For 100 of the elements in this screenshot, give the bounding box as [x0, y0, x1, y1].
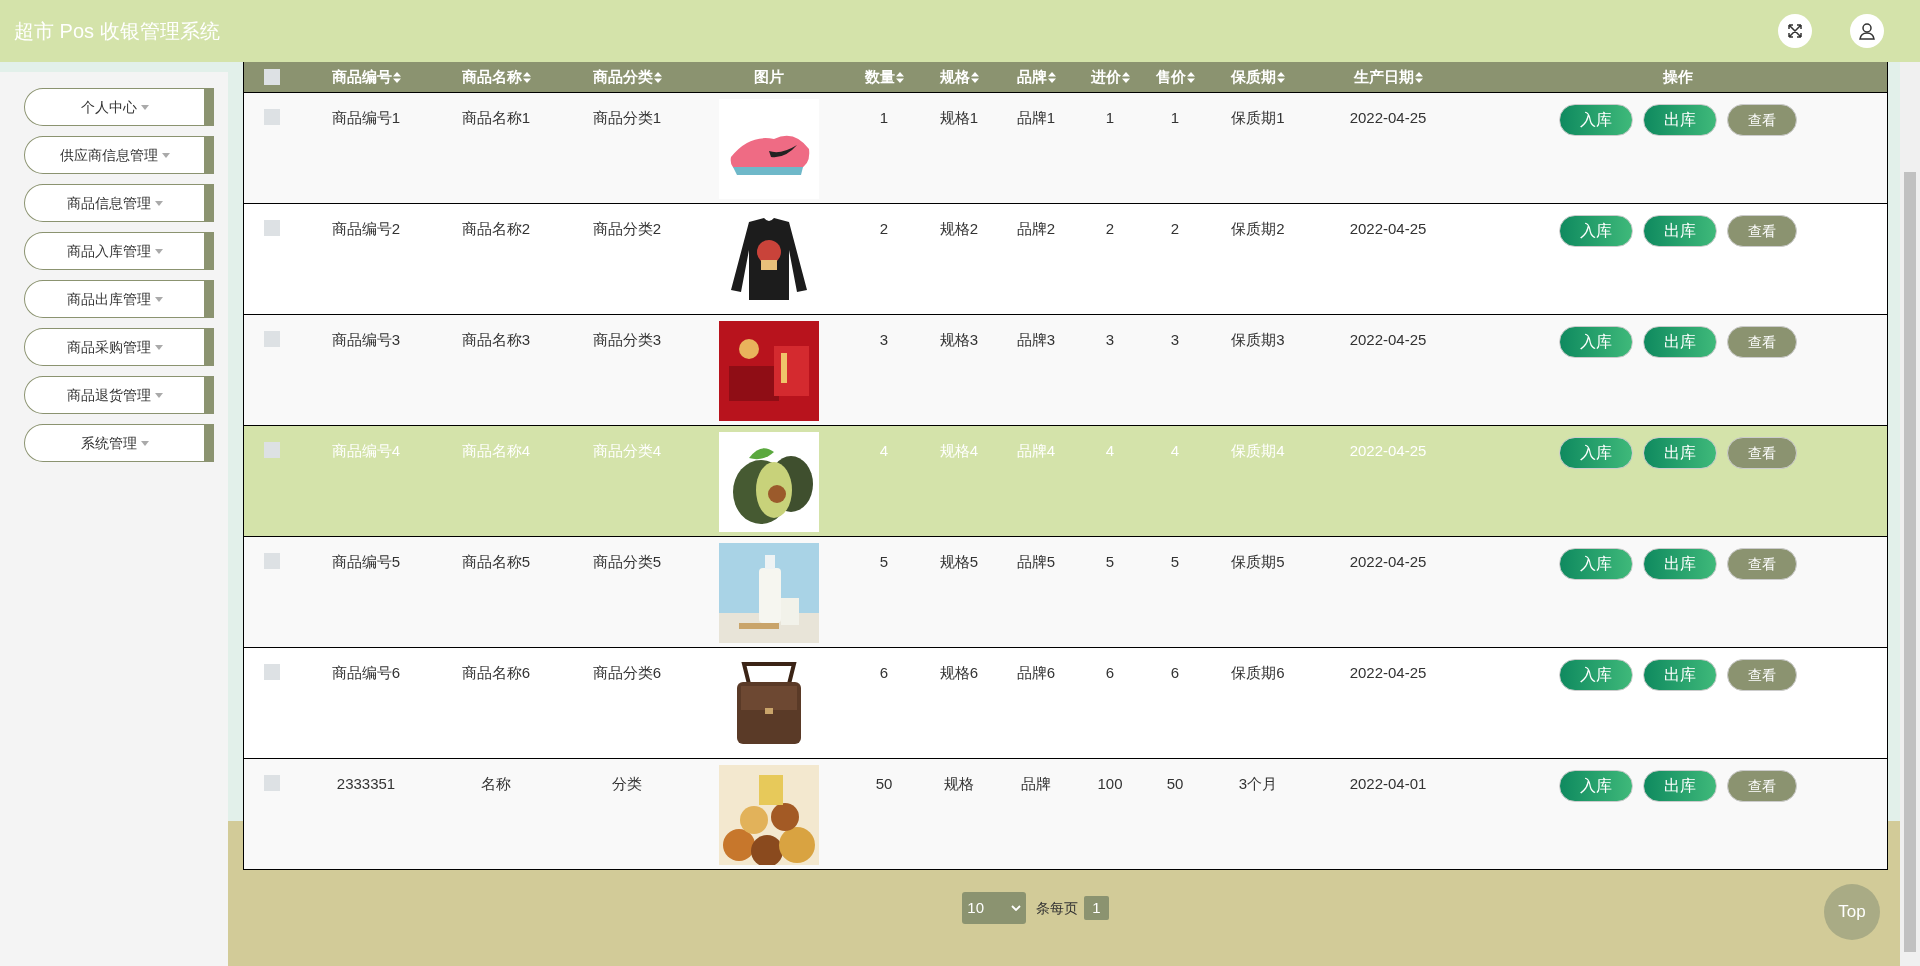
checkbox[interactable] [264, 109, 280, 125]
checkbox[interactable] [264, 775, 280, 791]
column-header[interactable]: 商品名称 [461, 65, 531, 89]
column-header[interactable]: 品牌 [1016, 65, 1056, 89]
checkbox[interactable] [264, 442, 280, 458]
checkbox[interactable] [264, 664, 280, 680]
table-cell-text: 6 [1170, 663, 1180, 683]
table-cell-text: 商品名称6 [461, 663, 531, 683]
table-row[interactable]: 商品编号3 商品名称3 商品分类3 3 规格3 品牌3 3 3 保质期3 2022-04-25 入库 出库 查看 [244, 314, 1887, 425]
table-cell-text: 商品名称5 [461, 552, 531, 572]
action-button[interactable]: 查看 [1726, 326, 1797, 358]
sort-icon[interactable] [1121, 72, 1130, 84]
table-cell-text: 商品编号1 [331, 108, 401, 128]
table-cell-text: 商品名称4 [461, 441, 531, 461]
checkbox[interactable] [264, 220, 280, 236]
table-row[interactable]: 商品编号5 商品名称5 商品分类5 5 规格5 品牌5 5 5 保质期5 2022-04-25 入库 出库 查看 [244, 536, 1887, 647]
table-row[interactable]: 商品编号4 商品名称4 商品分类4 4 规格4 品牌4 4 4 保质期4 2022-04-25 入库 出库 查看 [244, 425, 1887, 536]
table-cell-text: 2 [1105, 219, 1115, 239]
scrollbar[interactable] [1900, 62, 1920, 966]
table-cell-text: 商品编号5 [331, 552, 401, 572]
page-size-select[interactable]: 10 [962, 892, 1027, 924]
action-button[interactable]: 入库 [1558, 437, 1633, 469]
action-button[interactable]: 查看 [1726, 770, 1797, 802]
sort-icon[interactable] [1047, 72, 1056, 84]
action-button[interactable]: 出库 [1642, 437, 1717, 469]
column-header[interactable]: 规格 [939, 65, 979, 89]
action-button[interactable]: 出库 [1642, 548, 1717, 580]
table-cell-text: 保质期5 [1231, 552, 1285, 572]
action-button[interactable]: 出库 [1642, 659, 1717, 691]
checkbox[interactable] [264, 69, 280, 85]
sort-icon[interactable] [1277, 72, 1285, 84]
table-cell-text: 商品名称2 [461, 219, 531, 239]
page-number[interactable]: 1 [1084, 896, 1109, 920]
checkbox[interactable] [264, 553, 280, 569]
column-header[interactable]: 生产日期 [1353, 65, 1423, 89]
table-cell-text: 2 [879, 219, 889, 239]
sort-icon[interactable] [1186, 72, 1195, 84]
table-cell-text: 1 [1170, 108, 1180, 128]
table-cell-text: 品牌6 [1016, 663, 1056, 683]
action-button[interactable]: 查看 [1726, 104, 1797, 136]
sort-icon[interactable] [895, 72, 904, 84]
chevron-icon [1011, 905, 1022, 911]
table-cell-text: 50 [1166, 774, 1184, 794]
sidebar-item[interactable]: 商品出库管理 [24, 280, 214, 318]
action-button[interactable]: 查看 [1726, 659, 1797, 691]
action-button[interactable]: 查看 [1726, 437, 1797, 469]
table-cell-text: 商品分类3 [592, 330, 662, 350]
table-row[interactable]: 2333351 名称 分类 50 规格 品牌 100 50 3个月 2022-04-01 入库 出库 查看 [244, 758, 1887, 869]
sort-icon[interactable] [653, 72, 662, 84]
table-cell-text: 1 [879, 108, 889, 128]
table-cell-text: 商品编号6 [331, 663, 401, 683]
fullscreen-icon[interactable] [1778, 14, 1812, 48]
caret-icon [161, 152, 170, 158]
sidebar-item[interactable]: 商品退货管理 [24, 376, 214, 414]
table-cell-text: 商品分类1 [592, 108, 662, 128]
sidebar-item[interactable]: 商品采购管理 [24, 328, 214, 366]
column-header[interactable]: 商品编号 [331, 65, 401, 89]
column-header[interactable]: 进价 [1090, 65, 1130, 89]
table-cell-text: 2022-04-25 [1349, 330, 1427, 350]
action-button[interactable]: 入库 [1558, 659, 1633, 691]
sort-icon[interactable] [970, 72, 979, 84]
table-cell-text: 商品编号4 [331, 441, 401, 461]
column-header[interactable]: 商品分类 [592, 65, 662, 89]
table-cell-text: 6 [1105, 663, 1115, 683]
action-button[interactable]: 入库 [1558, 548, 1633, 580]
sidebar-item[interactable]: 系统管理 [24, 424, 214, 462]
table-cell-text: 2333351 [336, 774, 396, 794]
column-header[interactable]: 保质期 [1231, 65, 1285, 89]
sidebar-item[interactable]: 供应商信息管理 [24, 136, 214, 174]
action-button[interactable]: 查看 [1726, 215, 1797, 247]
table-cell-text: 4 [879, 441, 889, 461]
caret-icon [154, 344, 163, 350]
column-header: 图片 [754, 66, 784, 87]
table-cell-text: 3 [879, 330, 889, 350]
action-button[interactable]: 入库 [1558, 215, 1633, 247]
table-cell-text: 1 [1105, 108, 1115, 128]
sort-icon[interactable] [1414, 72, 1423, 84]
checkbox[interactable] [264, 331, 280, 347]
sidebar-item[interactable]: 商品入库管理 [24, 232, 214, 270]
table-cell-text: 商品分类5 [592, 552, 662, 572]
action-button[interactable]: 出库 [1642, 215, 1717, 247]
action-button[interactable]: 入库 [1558, 770, 1633, 802]
sort-icon[interactable] [392, 72, 401, 84]
sort-icon[interactable] [522, 72, 531, 84]
action-button[interactable]: 出库 [1642, 104, 1717, 136]
column-header[interactable]: 售价 [1155, 65, 1195, 89]
caret-icon [154, 296, 163, 302]
action-button[interactable]: 出库 [1642, 326, 1717, 358]
table-cell-text: 规格1 [939, 108, 979, 128]
action-button[interactable]: 入库 [1558, 326, 1633, 358]
action-button[interactable]: 出库 [1642, 770, 1717, 802]
action-button[interactable]: 查看 [1726, 548, 1797, 580]
table-cell-text: 规格 [944, 774, 974, 794]
user-icon[interactable] [1850, 14, 1884, 48]
action-button[interactable]: 入库 [1558, 104, 1633, 136]
table-row[interactable]: 商品编号1 商品名称1 商品分类1 1 规格1 品牌1 1 1 保质期1 2022-04-25 入库 出库 查看 [244, 92, 1887, 203]
column-header[interactable]: 数量 [864, 65, 904, 89]
sidebar-item[interactable]: 个人中心 [24, 88, 214, 126]
sidebar-item[interactable]: 商品信息管理 [24, 184, 214, 222]
caret-icon [154, 200, 163, 206]
